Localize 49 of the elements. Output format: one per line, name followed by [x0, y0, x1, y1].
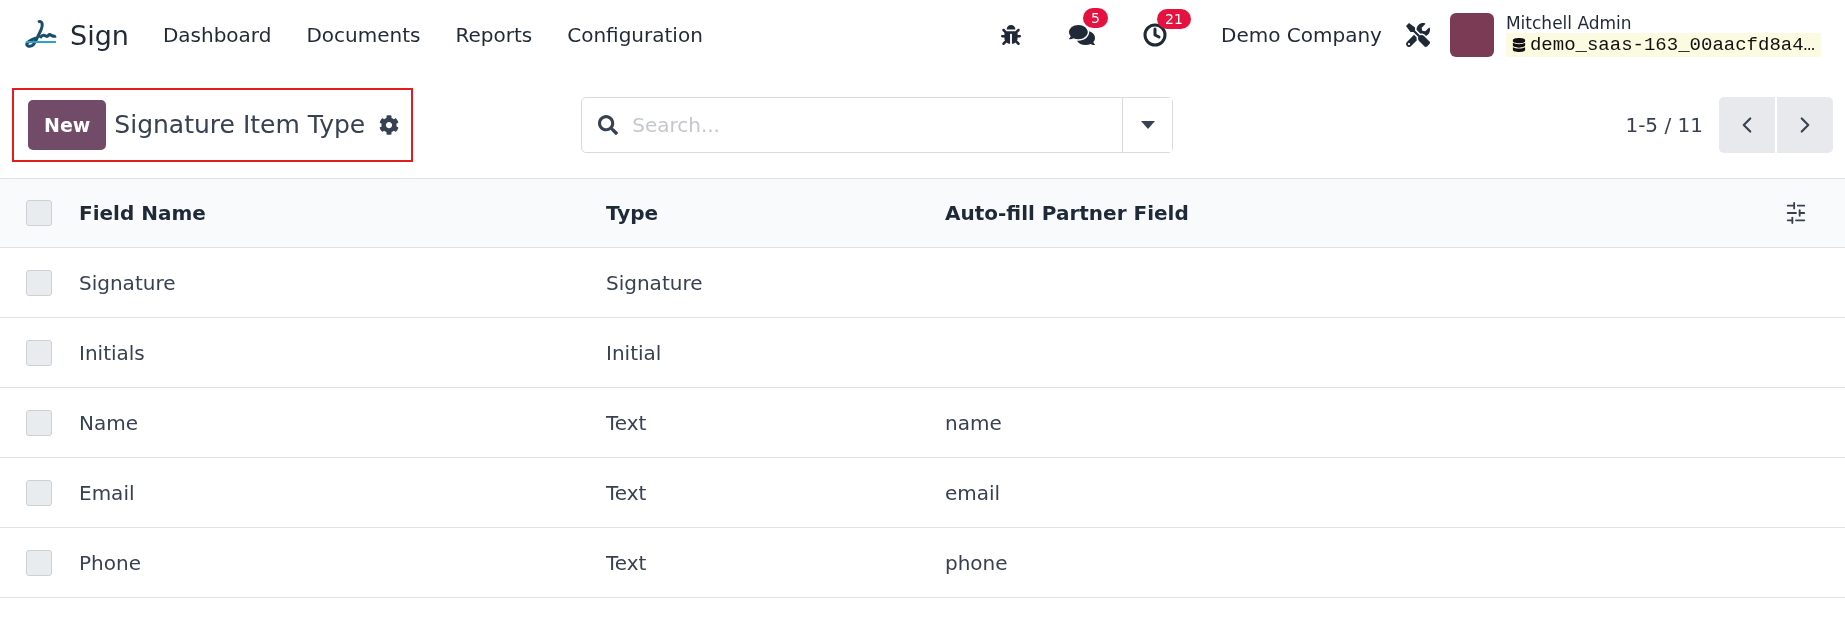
clock-icon[interactable]	[1143, 23, 1167, 47]
caret-icon	[1140, 120, 1155, 129]
table-cell-text: email	[945, 480, 1002, 505]
page-title: Signature Item Type	[114, 110, 366, 139]
app-name[interactable]: Sign	[70, 19, 129, 51]
row-checkbox[interactable]	[26, 409, 52, 436]
menu-item[interactable]: Dashboard	[162, 23, 272, 47]
database-name: demo_saas-163_00aacfd8a4…	[1505, 33, 1821, 57]
table-cell-text: Email	[79, 480, 136, 505]
menu-item[interactable]: Reports	[455, 23, 533, 47]
row-checkbox[interactable]	[26, 549, 52, 576]
table-cell-text: Phone	[79, 550, 142, 575]
settings-icon[interactable]	[379, 114, 400, 135]
next-button[interactable]	[1777, 96, 1833, 153]
table-cell-text: Initial	[606, 340, 663, 365]
company-name[interactable]: Demo Company	[1221, 23, 1382, 47]
database-icon	[1511, 38, 1526, 52]
user-name[interactable]: Mitchell Admin	[1505, 13, 1821, 33]
pager-value[interactable]: 1-5 / 11	[1625, 112, 1703, 137]
row-checkbox[interactable]	[26, 479, 52, 506]
column-header[interactable]: Auto-fill Partner Field	[945, 201, 1785, 225]
table-cell-text: phone	[945, 550, 1009, 575]
avatar[interactable]	[1449, 13, 1494, 57]
new-button[interactable]: New	[28, 99, 107, 150]
row-checkbox[interactable]	[26, 269, 52, 296]
table-cell-text: Name	[79, 410, 139, 435]
table-cell-text: name	[945, 410, 1003, 435]
tools-icon[interactable]	[1405, 23, 1430, 47]
column-header[interactable]: Field Name	[79, 201, 606, 225]
table-cell-text: Signature	[606, 270, 704, 295]
table-cell-text: Text	[606, 410, 648, 435]
table-cell-text: Signature	[79, 270, 177, 295]
search-bar[interactable]: Search...	[581, 96, 1174, 153]
table-cell-text: Text	[606, 550, 648, 575]
menu-item[interactable]: Documents	[306, 23, 421, 47]
select-all-checkbox[interactable]	[26, 200, 52, 226]
activity-count: 21	[1157, 9, 1191, 29]
search-icon	[598, 114, 619, 135]
column-header[interactable]: Type	[606, 201, 945, 225]
filter-dropdown-button[interactable]	[1122, 97, 1173, 152]
table-cell-text: Text	[606, 480, 648, 505]
chat-icon[interactable]	[1069, 22, 1095, 48]
sliders-icon[interactable]	[1785, 202, 1807, 224]
menu-item[interactable]: Configuration	[567, 23, 703, 47]
row-checkbox[interactable]	[26, 339, 52, 366]
previous-button[interactable]	[1719, 96, 1775, 153]
bug-icon[interactable]	[1001, 25, 1021, 45]
table-cell-text: Initials	[79, 340, 146, 365]
message-count: 5	[1083, 8, 1108, 28]
